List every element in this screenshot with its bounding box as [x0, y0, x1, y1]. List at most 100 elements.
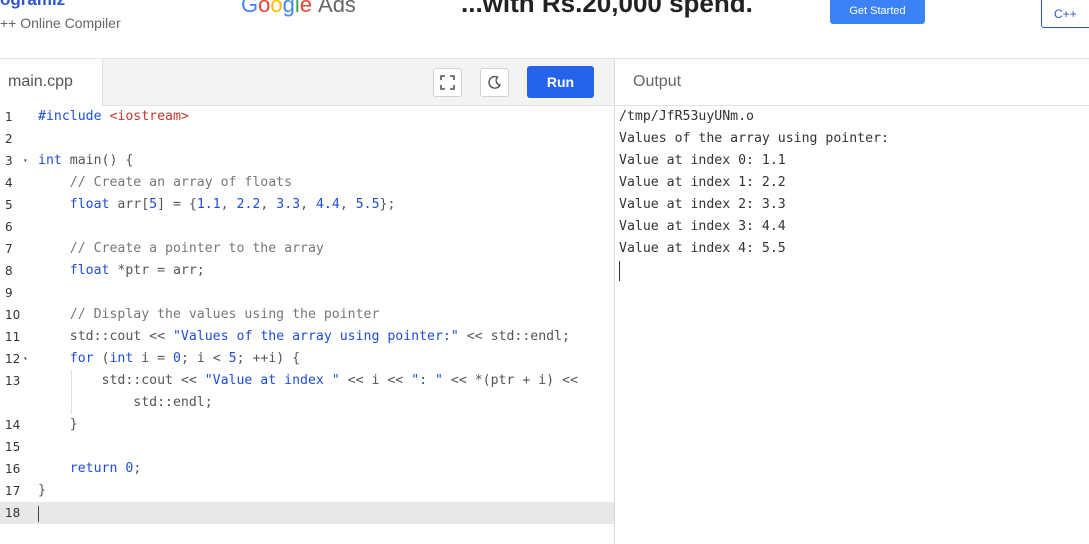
code-token: #include: [38, 109, 110, 124]
code-line[interactable]: 6: [0, 216, 614, 238]
code-line[interactable]: 12 ▾ for (int i = 0; i < 5; ++i) {: [0, 348, 614, 370]
code-line[interactable]: 4 // Create an array of floats: [0, 172, 614, 194]
theme-toggle-button[interactable]: [480, 68, 509, 97]
moon-icon: [488, 75, 502, 89]
code-line[interactable]: 15: [0, 436, 614, 458]
code-token: <iostream>: [109, 109, 189, 124]
code-line[interactable]: 14 }: [0, 414, 614, 436]
output-line: Value at index 3: 4.4: [619, 219, 786, 234]
code-text: #include <iostream>: [38, 106, 189, 128]
code-token: std::cout <<: [38, 329, 173, 344]
code-token: }: [38, 417, 78, 432]
code-token: int: [109, 351, 134, 366]
code-token: << std::endl;: [458, 329, 570, 344]
code-token: "Value at index ": [204, 373, 340, 388]
code-token: 2.2: [236, 197, 261, 212]
text-cursor: [38, 506, 39, 522]
code-token: ,: [339, 197, 356, 212]
code-line[interactable]: 10 // Display the values using the point…: [0, 304, 614, 326]
line-number: 8: [5, 264, 13, 278]
fold-arrow-icon[interactable]: ▾: [23, 348, 28, 370]
google-letter: o: [270, 0, 283, 17]
code-editor[interactable]: 1 #include <iostream> 2 3 ▾ int main() {4 // …: [0, 106, 614, 544]
code-token: }: [38, 483, 46, 498]
line-number: 4: [5, 176, 13, 190]
google-letter: o: [258, 0, 271, 17]
code-token: ; ++i) {: [236, 351, 301, 366]
code-token: // Display the values using the pointer: [38, 307, 380, 322]
code-text: // Create an array of floats: [38, 172, 292, 194]
line-number: 9: [5, 286, 13, 300]
google-letter: g: [282, 0, 295, 17]
code-token: std::cout <<: [38, 373, 205, 388]
language-select-button[interactable]: C++: [1041, 0, 1089, 28]
code-line[interactable]: 8 float *ptr = arr;: [0, 260, 614, 282]
code-token: *ptr = arr;: [109, 263, 205, 278]
fullscreen-icon: [440, 75, 455, 90]
code-line[interactable]: 1 #include <iostream>: [0, 106, 614, 128]
code-token: main() {: [61, 153, 134, 168]
code-token: int: [38, 153, 62, 168]
line-number: 16: [5, 462, 21, 476]
output-line: Value at index 0: 1.1: [619, 153, 786, 168]
code-line[interactable]: 18: [0, 502, 614, 524]
code-token: << i <<: [339, 373, 412, 388]
code-token: ] = {: [157, 197, 197, 212]
code-token: ": ": [411, 373, 443, 388]
code-line[interactable]: 7 // Create a pointer to the array: [0, 238, 614, 260]
code-line-wrap[interactable]: std::endl;: [0, 392, 614, 414]
indent-guide: [71, 370, 72, 414]
code-token: 5: [228, 351, 237, 366]
pane-divider[interactable]: [614, 59, 615, 544]
code-line[interactable]: 3 ▾ int main() {: [0, 150, 614, 172]
code-token: // Create an array of floats: [38, 175, 293, 190]
top-header: ogramiz ++ Online Compiler GoogleAds ...…: [0, 0, 1089, 59]
line-number: 12: [5, 352, 21, 366]
fullscreen-button[interactable]: [433, 68, 462, 97]
line-number: 10: [5, 308, 21, 322]
code-line[interactable]: 17}: [0, 480, 614, 502]
code-text: int main() {: [38, 150, 133, 172]
output-line: Value at index 4: 5.5: [619, 241, 786, 256]
line-number: 18: [5, 506, 21, 520]
code-token: (: [93, 351, 110, 366]
output-cursor: [619, 261, 620, 281]
line-number: 2: [5, 132, 13, 146]
code-line[interactable]: 13 std::cout << "Value at index " << i <…: [0, 370, 614, 392]
code-line[interactable]: 5 float arr[5] = {1.1, 2.2, 3.3, 4.4, 5.…: [0, 194, 614, 216]
code-text: std::endl;: [38, 395, 213, 410]
code-line[interactable]: 2: [0, 128, 614, 150]
code-token: float: [69, 197, 110, 212]
code-text: std::cout << "Values of the array using …: [38, 326, 570, 348]
code-text: // Display the values using the pointer: [38, 304, 380, 326]
ad-tagline: ...with Rs.20,000 spend.: [461, 0, 753, 18]
code-text: // Create a pointer to the array: [38, 238, 324, 260]
run-button[interactable]: Run: [527, 66, 594, 98]
file-tab-main-cpp[interactable]: main.cpp: [0, 59, 103, 106]
output-line: Values of the array using pointer:: [619, 131, 889, 146]
line-number: 14: [5, 418, 21, 432]
code-line[interactable]: 11 std::cout << "Values of the array usi…: [0, 326, 614, 348]
google-ads-logo: Google Ads: [241, 0, 356, 18]
get-started-button[interactable]: Get Started: [830, 0, 925, 24]
code-token: 3.3: [276, 197, 301, 212]
line-number: 17: [5, 484, 21, 498]
google-letter: e: [299, 0, 313, 17]
code-token: ,: [300, 197, 316, 212]
code-token: return: [69, 461, 118, 476]
ads-word: Ads: [318, 0, 356, 17]
brand-subtitle: ++ Online Compiler: [0, 15, 121, 31]
output-console: /tmp/JfR53uyUNm.o Values of the array usi…: [619, 106, 1089, 544]
line-number: 7: [5, 242, 13, 256]
fold-arrow-icon[interactable]: ▾: [23, 150, 28, 172]
brand-name[interactable]: ogramiz: [0, 0, 65, 10]
code-token: 1.1: [196, 197, 221, 212]
code-text: }: [38, 480, 46, 502]
code-token: // Create a pointer to the array: [38, 241, 324, 256]
code-text: }: [38, 414, 78, 436]
code-line[interactable]: 9: [0, 282, 614, 304]
code-line[interactable]: 16 return 0;: [0, 458, 614, 480]
